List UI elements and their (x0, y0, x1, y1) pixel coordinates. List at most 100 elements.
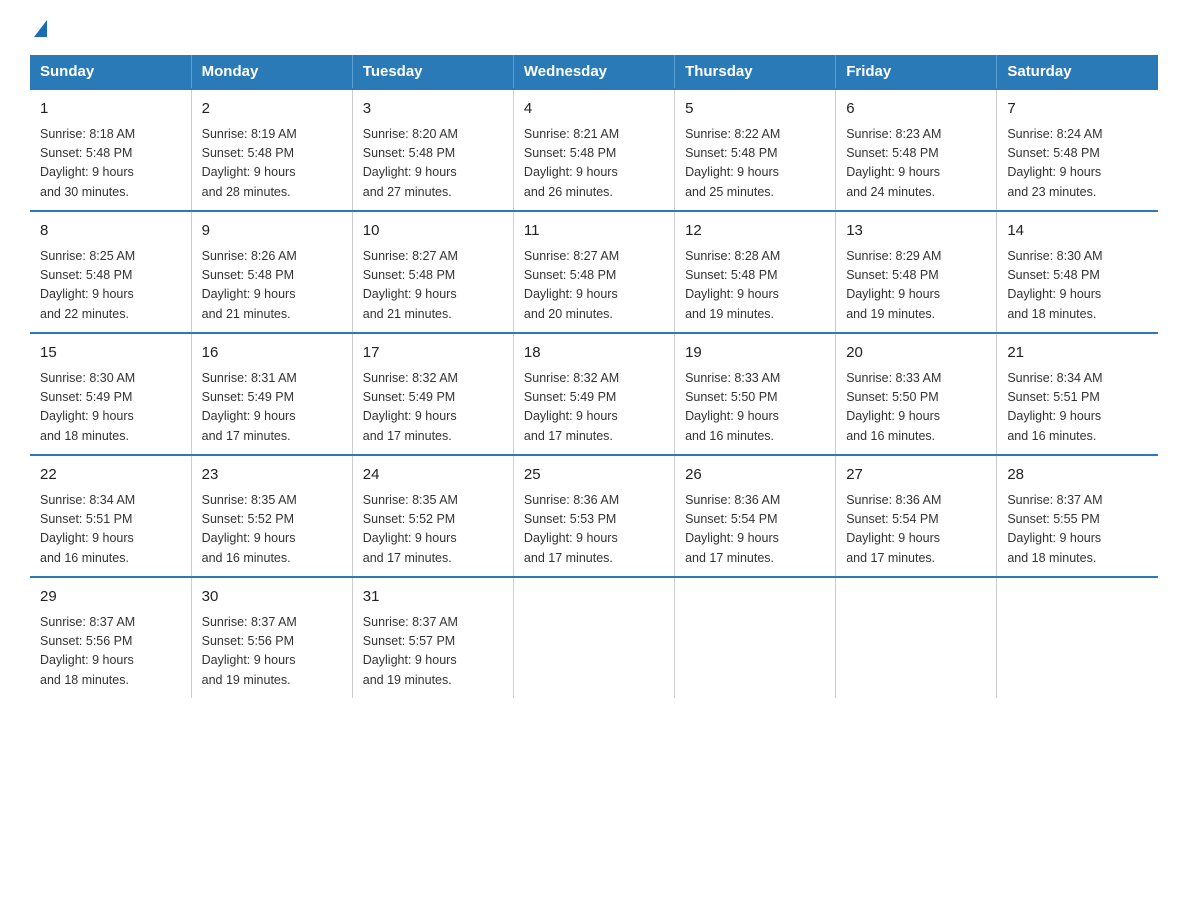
day-cell-1: 1 Sunrise: 8:18 AMSunset: 5:48 PMDaylight… (30, 89, 191, 211)
day-info: Sunrise: 8:19 AMSunset: 5:48 PMDaylight:… (202, 127, 297, 199)
day-cell-27: 27 Sunrise: 8:36 AMSunset: 5:54 PMDayligh… (836, 455, 997, 577)
day-cell-2: 2Sunrise: 8:19 AMSunset: 5:48 PMDaylight… (191, 89, 352, 211)
day-info: Sunrise: 8:34 AMSunset: 5:51 PMDaylight:… (40, 493, 135, 565)
day-cell-22: 22 Sunrise: 8:34 AMSunset: 5:51 PMDayligh… (30, 455, 191, 577)
day-info: Sunrise: 8:36 AMSunset: 5:53 PMDaylight:… (524, 493, 619, 565)
day-info: Sunrise: 8:32 AMSunset: 5:49 PMDaylight:… (524, 371, 619, 443)
day-info: Sunrise: 8:26 AMSunset: 5:48 PMDaylight:… (202, 249, 297, 321)
day-info: Sunrise: 8:25 AMSunset: 5:48 PMDaylight:… (40, 249, 135, 321)
day-cell-19: 19 Sunrise: 8:33 AMSunset: 5:50 PMDayligh… (675, 333, 836, 455)
day-number: 5 (685, 98, 825, 121)
day-info: Sunrise: 8:37 AMSunset: 5:56 PMDaylight:… (202, 615, 297, 687)
calendar-table: SundayMondayTuesdayWednesdayThursdayFrid… (30, 55, 1158, 698)
day-cell-17: 17 Sunrise: 8:32 AMSunset: 5:49 PMDayligh… (352, 333, 513, 455)
day-number: 28 (1007, 464, 1148, 487)
day-cell-4: 4Sunrise: 8:21 AMSunset: 5:48 PMDaylight… (513, 89, 674, 211)
day-info: Sunrise: 8:36 AMSunset: 5:54 PMDaylight:… (846, 493, 941, 565)
day-number: 24 (363, 464, 503, 487)
weekday-header-thursday: Thursday (675, 55, 836, 89)
empty-cell (836, 577, 997, 698)
day-info: Sunrise: 8:31 AMSunset: 5:49 PMDaylight:… (202, 371, 297, 443)
day-info: Sunrise: 8:30 AMSunset: 5:48 PMDaylight:… (1007, 249, 1102, 321)
day-cell-15: 15Sunrise: 8:30 AMSunset: 5:49 PMDayligh… (30, 333, 191, 455)
day-info: Sunrise: 8:18 AMSunset: 5:48 PMDaylight:… (40, 127, 135, 199)
day-info: Sunrise: 8:35 AMSunset: 5:52 PMDaylight:… (202, 493, 297, 565)
day-number: 25 (524, 464, 664, 487)
day-info: Sunrise: 8:28 AMSunset: 5:48 PMDaylight:… (685, 249, 780, 321)
week-row-5: 29 Sunrise: 8:37 AMSunset: 5:56 PMDayligh… (30, 577, 1158, 698)
day-info: Sunrise: 8:34 AMSunset: 5:51 PMDaylight:… (1007, 371, 1102, 443)
day-number: 7 (1007, 98, 1148, 121)
day-number: 10 (363, 220, 503, 243)
day-cell-8: 8 Sunrise: 8:25 AMSunset: 5:48 PMDaylight… (30, 211, 191, 333)
day-number: 29 (40, 586, 181, 609)
page-header (30, 20, 1158, 35)
day-number: 23 (202, 464, 342, 487)
day-info: Sunrise: 8:32 AMSunset: 5:49 PMDaylight:… (363, 371, 458, 443)
day-number: 22 (40, 464, 181, 487)
day-number: 17 (363, 342, 503, 365)
day-cell-6: 6 Sunrise: 8:23 AMSunset: 5:48 PMDaylight… (836, 89, 997, 211)
week-row-2: 8 Sunrise: 8:25 AMSunset: 5:48 PMDaylight… (30, 211, 1158, 333)
day-cell-3: 3 Sunrise: 8:20 AMSunset: 5:48 PMDaylight… (352, 89, 513, 211)
day-cell-29: 29 Sunrise: 8:37 AMSunset: 5:56 PMDayligh… (30, 577, 191, 698)
weekday-header-wednesday: Wednesday (513, 55, 674, 89)
day-cell-16: 16 Sunrise: 8:31 AMSunset: 5:49 PMDayligh… (191, 333, 352, 455)
day-info: Sunrise: 8:33 AMSunset: 5:50 PMDaylight:… (846, 371, 941, 443)
day-number: 20 (846, 342, 986, 365)
day-cell-9: 9Sunrise: 8:26 AMSunset: 5:48 PMDaylight… (191, 211, 352, 333)
day-cell-28: 28 Sunrise: 8:37 AMSunset: 5:55 PMDayligh… (997, 455, 1158, 577)
day-number: 14 (1007, 220, 1148, 243)
logo (30, 20, 47, 35)
day-cell-25: 25 Sunrise: 8:36 AMSunset: 5:53 PMDayligh… (513, 455, 674, 577)
day-info: Sunrise: 8:20 AMSunset: 5:48 PMDaylight:… (363, 127, 458, 199)
day-number: 16 (202, 342, 342, 365)
day-info: Sunrise: 8:33 AMSunset: 5:50 PMDaylight:… (685, 371, 780, 443)
day-cell-21: 21Sunrise: 8:34 AMSunset: 5:51 PMDayligh… (997, 333, 1158, 455)
day-number: 27 (846, 464, 986, 487)
day-cell-11: 11 Sunrise: 8:27 AMSunset: 5:48 PMDayligh… (513, 211, 674, 333)
day-number: 13 (846, 220, 986, 243)
day-number: 12 (685, 220, 825, 243)
day-cell-31: 31 Sunrise: 8:37 AMSunset: 5:57 PMDayligh… (352, 577, 513, 698)
day-number: 3 (363, 98, 503, 121)
day-number: 30 (202, 586, 342, 609)
day-info: Sunrise: 8:24 AMSunset: 5:48 PMDaylight:… (1007, 127, 1102, 199)
logo-triangle-icon (34, 20, 47, 37)
weekday-header-monday: Monday (191, 55, 352, 89)
day-cell-26: 26 Sunrise: 8:36 AMSunset: 5:54 PMDayligh… (675, 455, 836, 577)
day-number: 11 (524, 220, 664, 243)
day-number: 6 (846, 98, 986, 121)
day-info: Sunrise: 8:36 AMSunset: 5:54 PMDaylight:… (685, 493, 780, 565)
day-cell-23: 23 Sunrise: 8:35 AMSunset: 5:52 PMDayligh… (191, 455, 352, 577)
week-row-3: 15Sunrise: 8:30 AMSunset: 5:49 PMDayligh… (30, 333, 1158, 455)
week-row-4: 22 Sunrise: 8:34 AMSunset: 5:51 PMDayligh… (30, 455, 1158, 577)
day-cell-30: 30 Sunrise: 8:37 AMSunset: 5:56 PMDayligh… (191, 577, 352, 698)
day-number: 26 (685, 464, 825, 487)
day-info: Sunrise: 8:30 AMSunset: 5:49 PMDaylight:… (40, 371, 135, 443)
day-cell-18: 18Sunrise: 8:32 AMSunset: 5:49 PMDayligh… (513, 333, 674, 455)
day-number: 4 (524, 98, 664, 121)
day-info: Sunrise: 8:37 AMSunset: 5:56 PMDaylight:… (40, 615, 135, 687)
day-info: Sunrise: 8:37 AMSunset: 5:55 PMDaylight:… (1007, 493, 1102, 565)
empty-cell (675, 577, 836, 698)
day-cell-14: 14 Sunrise: 8:30 AMSunset: 5:48 PMDayligh… (997, 211, 1158, 333)
day-info: Sunrise: 8:37 AMSunset: 5:57 PMDaylight:… (363, 615, 458, 687)
day-info: Sunrise: 8:22 AMSunset: 5:48 PMDaylight:… (685, 127, 780, 199)
day-cell-10: 10Sunrise: 8:27 AMSunset: 5:48 PMDayligh… (352, 211, 513, 333)
day-info: Sunrise: 8:27 AMSunset: 5:48 PMDaylight:… (524, 249, 619, 321)
day-cell-7: 7 Sunrise: 8:24 AMSunset: 5:48 PMDaylight… (997, 89, 1158, 211)
day-info: Sunrise: 8:23 AMSunset: 5:48 PMDaylight:… (846, 127, 941, 199)
day-number: 31 (363, 586, 503, 609)
day-info: Sunrise: 8:35 AMSunset: 5:52 PMDaylight:… (363, 493, 458, 565)
week-row-1: 1 Sunrise: 8:18 AMSunset: 5:48 PMDaylight… (30, 89, 1158, 211)
day-number: 19 (685, 342, 825, 365)
day-number: 1 (40, 98, 181, 121)
weekday-header-sunday: Sunday (30, 55, 191, 89)
empty-cell (513, 577, 674, 698)
weekday-header-saturday: Saturday (997, 55, 1158, 89)
day-cell-13: 13 Sunrise: 8:29 AMSunset: 5:48 PMDayligh… (836, 211, 997, 333)
day-info: Sunrise: 8:29 AMSunset: 5:48 PMDaylight:… (846, 249, 941, 321)
weekday-header-friday: Friday (836, 55, 997, 89)
day-number: 8 (40, 220, 181, 243)
